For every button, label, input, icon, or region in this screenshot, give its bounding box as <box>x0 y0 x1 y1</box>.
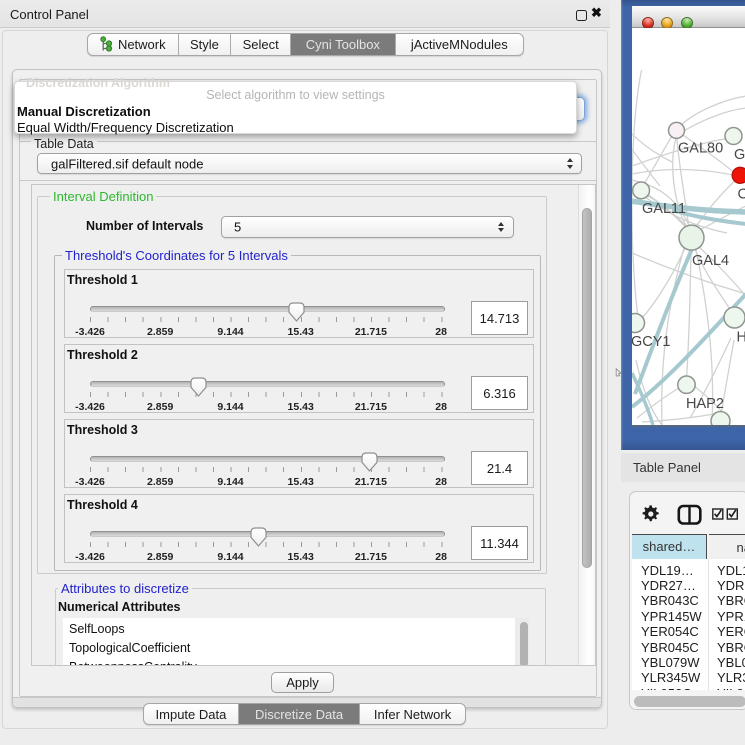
svg-text:CD: CD <box>737 187 745 203</box>
svg-text:GAL11: GAL11 <box>642 201 686 217</box>
svg-text:HAP2: HAP2 <box>686 396 724 412</box>
svg-text:GAL80: GAL80 <box>678 140 723 156</box>
svg-text:GAL: GAL <box>734 147 745 163</box>
svg-text:GCY1: GCY1 <box>632 334 671 350</box>
svg-text:H: H <box>736 330 745 346</box>
svg-text:GAL4: GAL4 <box>692 253 729 269</box>
